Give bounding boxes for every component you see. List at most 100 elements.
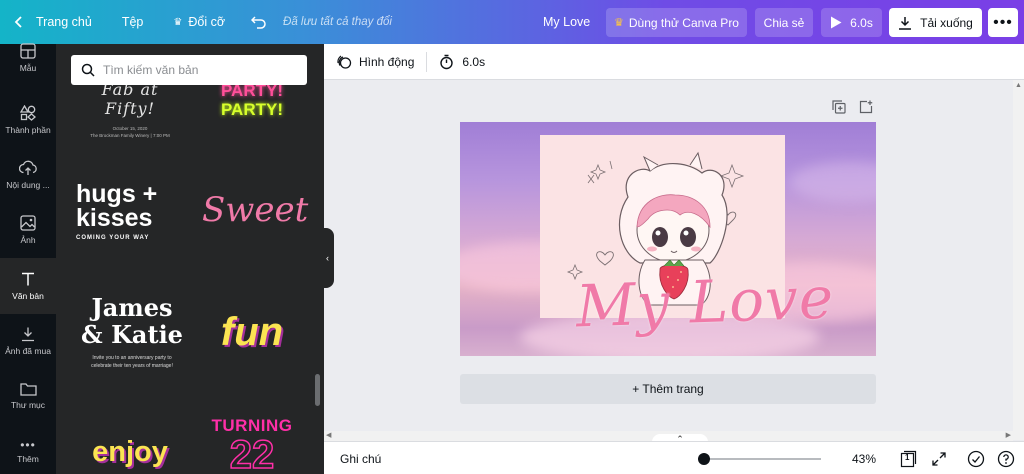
rail-item-uploads[interactable]: Nội dung ...: [0, 147, 56, 203]
text-icon: [22, 272, 34, 286]
rail-label: Ảnh: [20, 235, 36, 245]
text-template-sweet[interactable]: Sweet: [202, 190, 309, 240]
play-icon: [831, 16, 842, 29]
vertical-scrollbar[interactable]: ▲: [1013, 80, 1024, 440]
undo-icon: [251, 16, 266, 29]
animation-icon: [337, 55, 352, 69]
add-page-button[interactable]: + Thêm trang: [460, 374, 876, 404]
download-icon: [22, 327, 34, 342]
zoom-slider-track[interactable]: [699, 458, 821, 460]
add-page-icon: [859, 100, 873, 114]
download-icon: [899, 16, 912, 30]
template-party-green: PARTY!: [220, 100, 283, 119]
panel-scrollbar[interactable]: [315, 374, 320, 406]
rail-item-photos[interactable]: Ảnh: [0, 202, 56, 258]
toolbar-divider: [426, 51, 428, 72]
template-kisses: kisses: [76, 204, 153, 232]
rail-label: Mẫu: [19, 63, 37, 73]
photo-icon: [20, 215, 36, 231]
document-title[interactable]: My Love: [543, 0, 590, 44]
folder-icon: [19, 383, 37, 396]
file-menu[interactable]: Tệp: [102, 0, 154, 44]
download-button[interactable]: Tải xuống: [889, 8, 982, 37]
page-count-button[interactable]: 1: [897, 448, 919, 470]
scroll-up-icon[interactable]: ▲: [1015, 82, 1022, 89]
rail-item-more[interactable]: ••• Thêm: [0, 424, 56, 474]
template-fun: fun: [220, 310, 284, 354]
template-venue: The Brockman Family Winery | 7:00 PM: [90, 133, 170, 138]
editor-toolbar: Hình động 6.0s: [324, 44, 1024, 80]
rail-item-elements[interactable]: Thành phần: [0, 92, 56, 148]
rail-label: Nội dung ...: [6, 180, 50, 190]
more-icon: •••: [20, 438, 36, 452]
crown-icon: ♛: [173, 16, 183, 28]
text-panel: Fab at Fifty! October 15, 2020 The Brock…: [56, 44, 324, 474]
resize-button[interactable]: ♛ Đổi cỡ: [153, 0, 235, 44]
share-button[interactable]: Chia sẻ: [755, 8, 813, 37]
text-template-hugs-kisses[interactable]: hugs + kisses COMING YOUR WAY: [76, 182, 188, 248]
timer-icon: [440, 54, 454, 69]
help-button[interactable]: [995, 448, 1017, 470]
elements-icon: [20, 105, 36, 121]
undo-button[interactable]: [235, 0, 277, 44]
text-template-enjoy[interactable]: enjoy: [80, 436, 180, 474]
add-page-icon-button[interactable]: [859, 100, 873, 119]
home-label: Trang chủ: [36, 15, 92, 29]
animate-button[interactable]: Hình động: [324, 44, 424, 80]
text-search-bar: [71, 55, 307, 85]
rail-item-folders[interactable]: Thư mục: [0, 368, 56, 424]
zoom-slider-thumb[interactable]: [698, 453, 710, 465]
text-template-james-katie[interactable]: James & Katie Invite you to an anniversa…: [74, 294, 190, 376]
bottom-bar: Ghi chú 43% 1: [324, 441, 1024, 474]
template-hugs-sub: COMING YOUR WAY: [76, 235, 150, 241]
design-page[interactable]: My Love: [460, 122, 876, 356]
try-pro-label: Dùng thử Canva Pro: [628, 15, 739, 30]
template-sweet: Sweet: [202, 190, 309, 230]
more-dots-icon: •••: [993, 13, 1013, 31]
side-rail: Mẫu Thành phần Nội dung ... Ảnh Văn bản …: [0, 43, 56, 474]
template-hugs: hugs +: [76, 180, 158, 208]
duration-button[interactable]: 6.0s: [429, 44, 495, 80]
templates-icon: [20, 43, 36, 59]
text-template-fun[interactable]: fun: [202, 310, 302, 358]
collapse-panel-button[interactable]: ‹: [321, 228, 334, 288]
check-button[interactable]: [965, 448, 987, 470]
scroll-left-icon[interactable]: ◀: [326, 431, 331, 439]
top-bar: Trang chủ Tệp ♛ Đổi cỡ Đã lưu tất cả tha…: [0, 0, 1024, 44]
animate-label: Hình động: [359, 54, 415, 69]
more-options-button[interactable]: •••: [988, 8, 1018, 37]
template-title: Fab at Fifty!: [101, 80, 159, 118]
crown-icon: ♛: [614, 17, 624, 29]
saved-status: Đã lưu tất cả thay đổi: [283, 16, 392, 28]
try-pro-button[interactable]: ♛ Dùng thử Canva Pro: [606, 8, 747, 37]
rail-item-text[interactable]: Văn bản: [0, 258, 56, 314]
text-template-turning[interactable]: TURNING 22: [202, 416, 302, 474]
text-search-input[interactable]: [103, 63, 293, 77]
resize-label: Đổi cỡ: [188, 15, 226, 29]
template-james: James: [91, 293, 173, 322]
rail-item-purchased[interactable]: Ảnh đã mua: [0, 313, 56, 369]
duplicate-page-button[interactable]: [832, 100, 846, 119]
chevron-left-icon: [14, 16, 22, 28]
scroll-right-icon[interactable]: ▶: [1006, 431, 1011, 439]
play-button[interactable]: 6.0s: [821, 8, 882, 37]
upload-icon: [19, 160, 37, 175]
rail-label: Thêm: [17, 454, 39, 464]
fullscreen-button[interactable]: [928, 448, 950, 470]
rail-label: Thành phần: [5, 125, 51, 135]
text-template-fab-at-fifty[interactable]: Fab at Fifty! October 15, 2020 The Brock…: [74, 80, 186, 138]
text-template-party[interactable]: PARTY! PARTY!: [204, 80, 300, 124]
notes-button[interactable]: Ghi chú: [340, 442, 381, 474]
zoom-level[interactable]: 43%: [852, 442, 876, 474]
chevron-left-icon: ‹: [326, 253, 329, 263]
rail-label: Ảnh đã mua: [5, 346, 51, 356]
template-turning-number: 22: [229, 433, 275, 474]
help-icon: [997, 450, 1015, 468]
expand-icon: [932, 452, 946, 466]
template-katie: & Katie: [81, 320, 183, 349]
check-circle-icon: [967, 450, 985, 468]
design-script-text[interactable]: My Love: [554, 264, 856, 341]
rail-item-templates[interactable]: Mẫu: [0, 30, 56, 86]
play-duration: 6.0s: [850, 15, 873, 30]
page-count: 1: [905, 453, 910, 462]
